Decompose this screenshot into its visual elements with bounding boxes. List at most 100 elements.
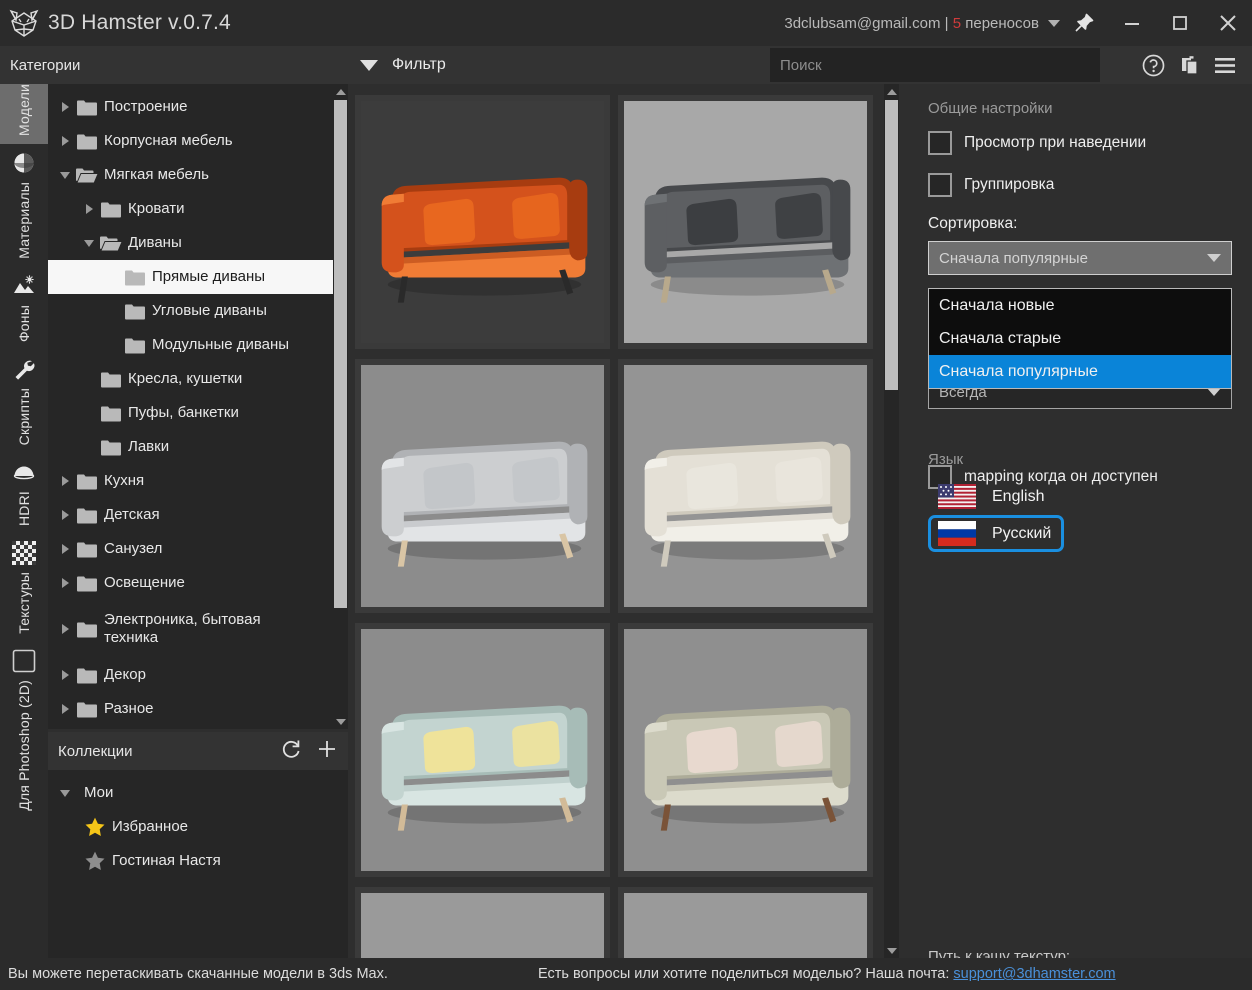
scroll-up-icon[interactable] [333, 84, 348, 99]
chevron-right-icon[interactable] [56, 102, 74, 112]
model-grid-area[interactable] [348, 84, 908, 958]
tree-item[interactable]: Лавки [48, 430, 334, 464]
collection-item[interactable]: Избранное [48, 810, 348, 844]
account-menu[interactable]: 3dclubsam@gmail.com | 5 переносов [784, 15, 1060, 32]
rail-tab-2[interactable]: Фоны [0, 267, 48, 350]
checkbox-grouping[interactable]: Группировка [928, 173, 1232, 197]
scroll-up-icon[interactable] [884, 84, 899, 99]
tree-item[interactable]: Построение [48, 90, 334, 124]
chevron-right-icon[interactable] [56, 670, 74, 680]
tree-item[interactable]: Кресла, кушетки [48, 362, 334, 396]
tree-item[interactable]: Модульные диваны [48, 328, 334, 362]
checkbox-box[interactable] [928, 131, 952, 155]
help-circle-icon[interactable] [1140, 52, 1166, 78]
categories-title: Категории [10, 56, 81, 74]
model-card[interactable] [355, 887, 610, 958]
refresh-icon[interactable] [280, 738, 302, 764]
model-card[interactable] [355, 359, 610, 613]
tree-item-label: Кровати [128, 200, 185, 217]
collections-list: Мои Избранное Гостиная Настя [48, 770, 348, 958]
tree-item[interactable]: Кровати [48, 192, 334, 226]
photoshop-icon [11, 648, 37, 674]
sort-option[interactable]: Сначала старые [929, 322, 1231, 355]
tree-item-label: Модульные диваны [152, 336, 290, 353]
sort-option[interactable]: Сначала новые [929, 289, 1231, 322]
rail-tab-5[interactable]: Текстуры [0, 534, 48, 642]
maximize-icon [1170, 13, 1190, 33]
maximize-button[interactable] [1156, 0, 1204, 46]
tree-item[interactable]: Декор [48, 658, 334, 692]
tree-item[interactable]: Кухня [48, 464, 334, 498]
sort-select[interactable]: Сначала популярные [928, 241, 1232, 275]
rail-tab-6[interactable]: Для Photoshop (2D) [0, 642, 48, 819]
pin-icon [1073, 12, 1095, 34]
tree-item[interactable]: Диваны [48, 226, 334, 260]
pin-button[interactable] [1060, 0, 1108, 46]
hamburger-menu-icon[interactable] [1212, 52, 1238, 78]
tree-item[interactable]: Детская [48, 498, 334, 532]
chevron-down-icon[interactable] [56, 171, 74, 179]
plus-icon[interactable] [316, 738, 338, 764]
model-card[interactable] [618, 887, 873, 958]
scrollbar-thumb[interactable] [885, 100, 898, 390]
collection-item[interactable]: Мои [48, 776, 348, 810]
tree-item[interactable]: Угловые диваны [48, 294, 334, 328]
model-card[interactable] [618, 359, 873, 613]
model-grid-scrollbar[interactable] [884, 84, 899, 958]
model-card[interactable] [618, 95, 873, 349]
tree-item[interactable]: Пуфы, банкетки [48, 396, 334, 430]
model-card[interactable] [618, 623, 873, 877]
chevron-right-icon[interactable] [56, 624, 74, 634]
chevron-right-icon[interactable] [56, 578, 74, 588]
tree-item[interactable]: Электроника, бытовая техника [48, 600, 334, 658]
model-card[interactable] [355, 95, 610, 349]
chevron-right-icon[interactable] [56, 136, 74, 146]
folder-closed-icon [74, 541, 100, 558]
chevron-right-icon[interactable] [56, 704, 74, 714]
checkbox-box[interactable] [928, 173, 952, 197]
language-option-russian[interactable]: Русский [928, 515, 1064, 552]
tree-item[interactable]: Освещение [48, 566, 334, 600]
scroll-down-icon[interactable] [333, 714, 348, 729]
model-thumbnail [624, 101, 867, 343]
scroll-down-icon[interactable] [884, 943, 899, 958]
search-input[interactable] [770, 48, 1100, 82]
close-button[interactable] [1204, 0, 1252, 46]
rail-tab-1[interactable]: Материалы [0, 144, 48, 267]
tree-item-label: Диваны [128, 234, 182, 251]
rail-tab-4[interactable]: HDRI [0, 453, 48, 534]
tree-item[interactable]: Мягкая мебель [48, 158, 334, 192]
tree-item[interactable]: Санузел [48, 532, 334, 566]
support-email-link[interactable]: support@3dhamster.com [953, 966, 1115, 982]
chevron-right-icon[interactable] [56, 510, 74, 520]
chevron-right-icon[interactable] [80, 204, 98, 214]
tree-item-label: Санузел [104, 540, 163, 557]
model-thumbnail [624, 365, 867, 607]
caret-down-icon[interactable] [360, 59, 378, 71]
sort-option[interactable]: Сначала популярные [929, 355, 1231, 388]
hamster-logo-icon [0, 0, 48, 46]
collections-actions [280, 738, 338, 764]
dome-icon [11, 459, 37, 485]
chevron-down-icon[interactable] [80, 239, 98, 247]
tree-item[interactable]: Корпусная мебель [48, 124, 334, 158]
clipboard-icon[interactable] [1176, 52, 1202, 78]
tree-item[interactable]: Разное [48, 692, 334, 726]
model-card[interactable] [355, 623, 610, 877]
chevron-right-icon[interactable] [56, 476, 74, 486]
category-tree-panel[interactable]: Построение Корпусная мебель Мягкая мебель К… [48, 84, 348, 729]
chevron-down-icon[interactable] [56, 789, 74, 797]
rail-tab-3[interactable]: Скрипты [0, 350, 48, 453]
sort-dropdown-list[interactable]: Сначала новые Сначала старые Сначала попул… [928, 288, 1232, 389]
category-tree-scrollbar[interactable] [333, 84, 348, 729]
collection-item[interactable]: Гостиная Настя [48, 844, 348, 878]
chevron-right-icon[interactable] [56, 544, 74, 554]
filter-label[interactable]: Фильтр [392, 56, 446, 74]
checkbox-hover-preview[interactable]: Просмотр при наведении [928, 131, 1232, 155]
scrollbar-thumb[interactable] [334, 100, 347, 608]
close-icon [1217, 12, 1239, 34]
tree-item[interactable]: Прямые диваны [48, 260, 334, 294]
folder-closed-icon [74, 507, 100, 524]
status-hint-right-text: Есть вопросы или хотите поделиться модел… [538, 966, 954, 982]
minimize-button[interactable] [1108, 0, 1156, 46]
